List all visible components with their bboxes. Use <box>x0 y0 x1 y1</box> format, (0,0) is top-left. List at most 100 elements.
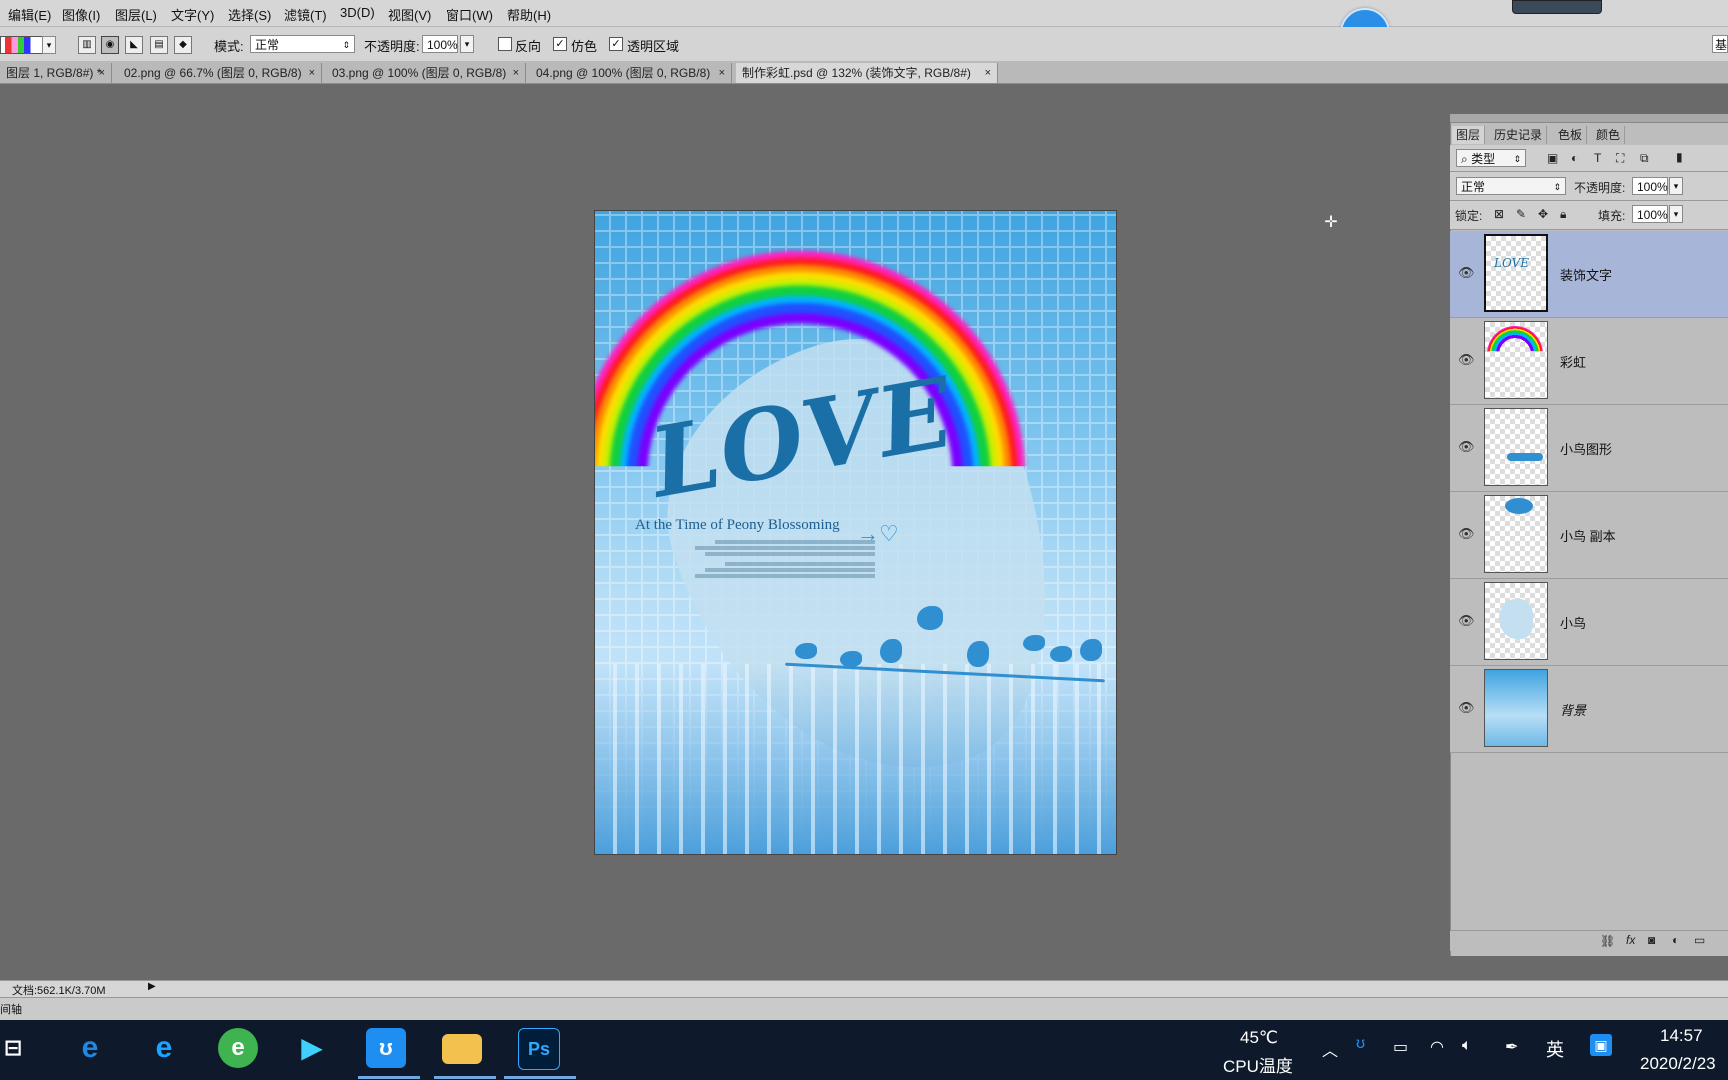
shape-filter-icon[interactable]: ⛶ <box>1616 151 1624 166</box>
adjustment-filter-icon[interactable]: ◐ <box>1571 151 1578 165</box>
timeline-label[interactable]: 间轴 <box>0 1001 22 1017</box>
gradient-dropdown-icon[interactable]: ▾ <box>42 36 56 54</box>
mode-select[interactable]: 正常 ⇕ <box>250 35 355 53</box>
new-group-icon[interactable]: ▭ <box>1694 933 1705 947</box>
opacity-dropdown-icon[interactable]: ▾ <box>460 35 474 53</box>
video-player-icon[interactable]: ▶ <box>292 1028 332 1068</box>
adjustment-layer-icon[interactable]: ◐ <box>1672 933 1679 947</box>
tab-layer1[interactable]: 图层 1, RGB/8#) * × <box>0 63 112 83</box>
tab-03png[interactable]: 03.png @ 100% (图层 0, RGB/8) × <box>326 63 526 83</box>
close-icon[interactable]: × <box>99 63 105 83</box>
ime-indicator[interactable]: 英 <box>1546 1036 1564 1062</box>
type-filter-icon[interactable]: T <box>1594 151 1601 165</box>
task-view-icon[interactable]: ⊟ <box>0 1028 26 1068</box>
panel-opacity-dropdown-icon[interactable]: ▾ <box>1669 177 1683 195</box>
dither-checkbox[interactable]: ✓ <box>553 37 567 51</box>
ie-browser-icon[interactable]: e <box>144 1028 184 1068</box>
fill-input[interactable]: 100% <box>1632 205 1668 223</box>
tab-04png[interactable]: 04.png @ 100% (图层 0, RGB/8) × <box>530 63 732 83</box>
layer-row-bird[interactable]: 👁︎ 小鸟 <box>1450 579 1728 666</box>
tab-layers[interactable]: 图层 <box>1452 126 1486 144</box>
panel-header[interactable] <box>1450 114 1728 123</box>
angle-gradient-button[interactable]: ◣ <box>125 36 143 54</box>
menu-layer[interactable]: 图层(L) <box>115 5 157 24</box>
eye-icon[interactable]: 👁︎ <box>1458 352 1475 368</box>
link-layers-icon[interactable]: ⛓ <box>1600 934 1615 948</box>
layer-row-rainbow[interactable]: 👁︎ 彩虹 <box>1450 318 1728 405</box>
file-explorer-icon[interactable] <box>442 1034 482 1064</box>
small-bird <box>1080 639 1102 661</box>
tab-color[interactable]: 颜色 <box>1592 126 1626 144</box>
fill-dropdown-icon[interactable]: ▾ <box>1669 205 1683 223</box>
tab-history[interactable]: 历史记录 <box>1490 126 1548 144</box>
eye-icon[interactable]: 👁︎ <box>1458 700 1475 716</box>
eye-icon[interactable]: 👁︎ <box>1458 526 1475 542</box>
eye-icon[interactable]: 👁︎ <box>1458 439 1475 455</box>
eye-icon[interactable]: 👁︎ <box>1458 265 1475 281</box>
lock-transparent-icon[interactable]: ⊠ <box>1494 207 1504 221</box>
layer-thumbnail <box>1484 669 1548 747</box>
clock-date[interactable]: 2020/2/23 <box>1640 1054 1728 1074</box>
layer-row-decor-text[interactable]: 👁︎ LOVE 装饰文字 <box>1450 231 1728 318</box>
lock-all-icon[interactable]: 🔒︎ <box>1560 207 1566 222</box>
close-icon[interactable]: × <box>719 63 725 83</box>
edge-browser-icon[interactable]: e <box>70 1028 110 1068</box>
layer-filter-select[interactable]: ⌕ 类型 ⇕ <box>1456 149 1526 167</box>
opacity-input[interactable]: 100% <box>422 35 458 53</box>
lock-move-icon[interactable]: ✥ <box>1538 207 1548 221</box>
menu-3d[interactable]: 3D(D) <box>340 5 375 20</box>
mode-label: 模式: <box>214 39 244 54</box>
eye-icon[interactable]: 👁︎ <box>1458 613 1475 629</box>
diamond-gradient-button[interactable]: ◆ <box>174 36 192 54</box>
image-filter-icon[interactable]: ▣ <box>1547 151 1558 165</box>
tab-swatches[interactable]: 色板 <box>1554 126 1588 144</box>
menu-view[interactable]: 视图(V) <box>388 5 431 24</box>
layer-name: 背景 <box>1560 703 1587 718</box>
document-canvas[interactable]: LOVE At the Time of Peony Blossoming →♡ <box>595 211 1116 854</box>
menu-type[interactable]: 文字(Y) <box>171 5 214 24</box>
close-icon[interactable]: × <box>513 63 519 83</box>
filter-toggle-icon[interactable]: ▮ <box>1676 150 1683 164</box>
menu-filter[interactable]: 滤镜(T) <box>284 5 327 24</box>
menu-image[interactable]: 图像(I) <box>62 5 100 24</box>
transparency-checkbox[interactable]: ✓ <box>609 37 623 51</box>
tray-app-icon[interactable]: ʊ <box>1356 1035 1365 1053</box>
reverse-checkbox[interactable] <box>498 37 512 51</box>
app-icon[interactable]: ʊ <box>366 1028 406 1068</box>
gradient-swatch[interactable] <box>0 36 44 54</box>
lock-paint-icon[interactable]: ✎ <box>1516 207 1526 221</box>
wifi-icon[interactable]: ◠ <box>1430 1037 1444 1057</box>
fx-icon[interactable]: fx <box>1626 933 1635 947</box>
layer-row-background[interactable]: 👁︎ 背景 <box>1450 666 1728 753</box>
workspace-button[interactable]: 基 <box>1712 35 1728 53</box>
menu-edit[interactable]: 编辑(E) <box>8 5 51 24</box>
show-hidden-icons-icon[interactable]: ︿ <box>1322 1037 1338 1061</box>
linear-gradient-button[interactable]: ▥ <box>78 36 96 54</box>
menu-select[interactable]: 选择(S) <box>228 5 271 24</box>
close-icon[interactable]: × <box>985 63 991 83</box>
volume-icon[interactable]: 🔈︎ <box>1462 1037 1472 1055</box>
photoshop-icon[interactable]: Ps <box>518 1028 560 1070</box>
radial-gradient-button[interactable]: ◉ <box>101 36 119 54</box>
crosshair-cursor-icon: ✛ <box>1324 214 1338 231</box>
thumb-love-text: LOVE <box>1494 256 1530 270</box>
pen-icon[interactable]: ✒ <box>1505 1037 1518 1057</box>
notification-icon[interactable]: ▣ <box>1590 1034 1612 1056</box>
smart-object-filter-icon[interactable]: ⧉ <box>1640 151 1649 166</box>
blend-mode-select[interactable]: 正常 ⇕ <box>1456 177 1566 195</box>
layer-row-bird-shape[interactable]: 👁︎ 小鸟图形 <box>1450 405 1728 492</box>
menu-help[interactable]: 帮助(H) <box>507 5 551 24</box>
clock-time[interactable]: 14:57 <box>1660 1026 1703 1046</box>
reflected-gradient-button[interactable]: ▤ <box>150 36 168 54</box>
close-icon[interactable]: × <box>309 63 315 83</box>
green-browser-icon[interactable]: e <box>218 1028 258 1068</box>
status-arrow-icon[interactable]: ▶ <box>148 981 156 992</box>
add-mask-icon[interactable]: ◙ <box>1648 933 1655 947</box>
menu-window[interactable]: 窗口(W) <box>446 5 493 24</box>
battery-icon[interactable]: ▭ <box>1393 1037 1408 1057</box>
lock-label: 锁定: <box>1455 209 1483 223</box>
panel-opacity-input[interactable]: 100% <box>1632 177 1668 195</box>
layer-row-bird-copy[interactable]: 👁︎ 小鸟 副本 <box>1450 492 1728 579</box>
tab-rainbow-psd[interactable]: 制作彩虹.psd @ 132% (装饰文字, RGB/8#) × <box>736 63 998 83</box>
tab-02png[interactable]: 02.png @ 66.7% (图层 0, RGB/8) × <box>118 63 322 83</box>
